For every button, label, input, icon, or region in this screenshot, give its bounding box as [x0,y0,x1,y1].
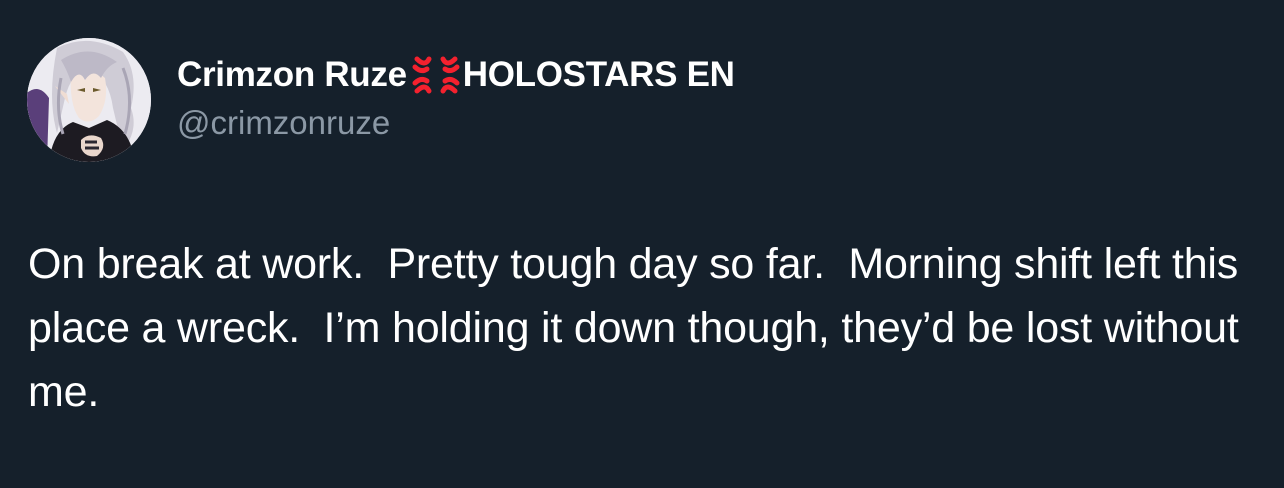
tweet-text: On break at work. Pretty tough day so fa… [28,240,1251,416]
author-avatar[interactable] [27,38,151,162]
avatar-illustration [27,38,151,162]
author-name-row[interactable]: Crimzon Ruze HOLOSTARS EN [177,52,735,98]
tweet-card: Crimzon Ruze HOLOSTARS EN @crimzonruze O… [0,0,1284,488]
author-handle[interactable]: @crimzonruze [177,104,390,142]
author-display-name[interactable]: Crimzon Ruze [177,55,407,95]
author-affiliation: HOLOSTARS EN [462,55,735,94]
anger-symbol-icon [411,55,461,95]
